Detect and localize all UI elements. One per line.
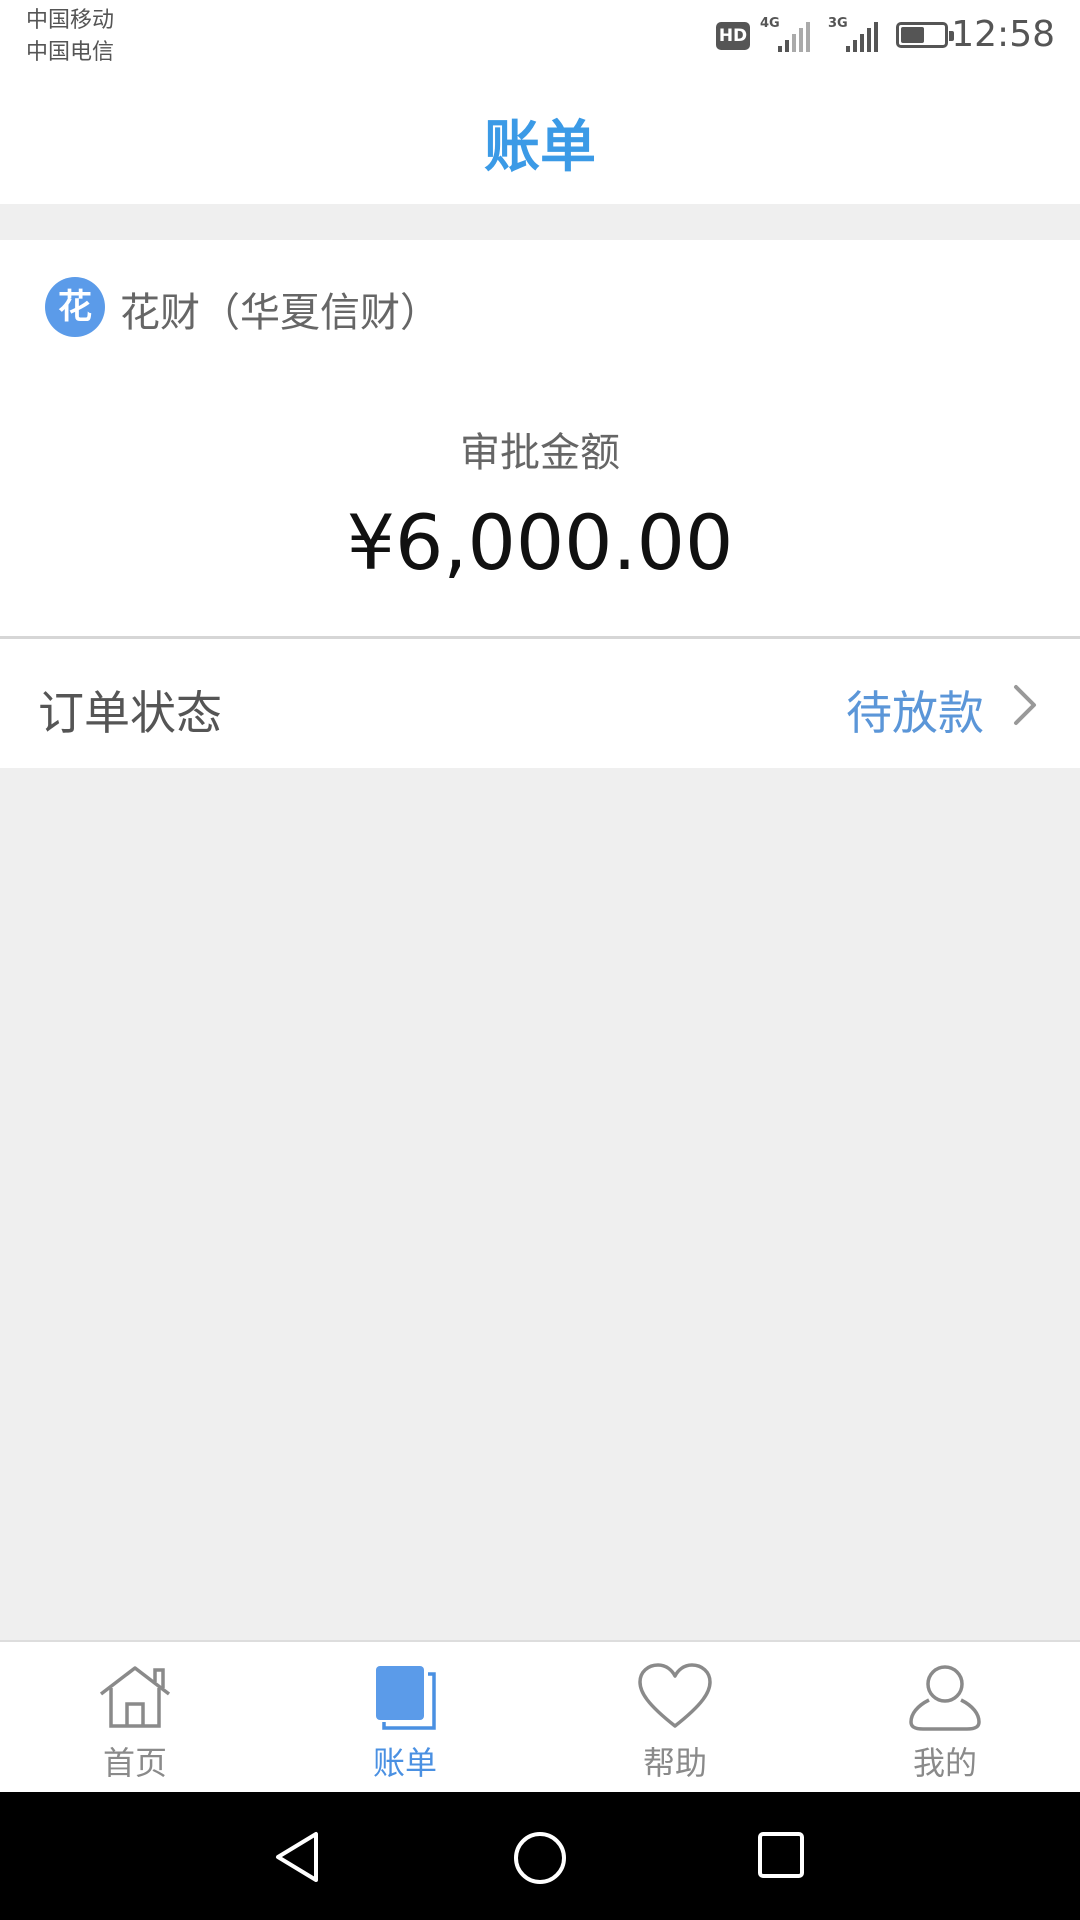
user-icon [909,1665,981,1731]
tab-mine[interactable]: 我的 [810,1642,1080,1792]
recents-icon[interactable] [756,1830,806,1880]
page-title: 账单 [484,115,596,180]
provider-name: 花财（华夏信财） [120,290,440,336]
chevron-right-icon [1014,685,1036,725]
tab-help[interactable]: 帮助 [540,1642,810,1792]
approved-amount-value: ¥6,000.00 [346,498,734,587]
carrier-2: 中国电信 [26,40,115,65]
order-status-value: 待放款 [846,686,984,740]
home-icon [99,1666,171,1728]
status-bar: 中国移动 中国电信 HD 4G 3G 12:58 [0,0,1080,80]
provider-logo-icon: 花 [45,277,105,337]
carrier-1: 中国移动 [26,8,115,33]
home-circle-icon[interactable] [512,1830,568,1886]
order-status-row[interactable]: 订单状态 待放款 [0,639,1080,768]
tab-bills[interactable]: 账单 [270,1642,540,1792]
back-icon[interactable] [272,1830,322,1884]
signal-icon-2 [846,22,878,52]
tab-bills-label: 账单 [372,1744,437,1782]
bill-icon [376,1666,436,1730]
tab-home-label: 首页 [102,1744,167,1782]
heart-icon [638,1663,712,1728]
hd-badge: HD [716,22,750,50]
nav-bar: 账单 [0,80,1080,204]
clock: 12:58 [951,14,1055,55]
signal-icon-1 [778,22,810,52]
loan-card: 花 花财（华夏信财） 审批金额 ¥6,000.00 [0,240,1080,636]
tab-bar: 首页 账单 帮助 我的 [0,1640,1080,1792]
tab-mine-label: 我的 [912,1744,977,1782]
system-nav-bar [0,1792,1080,1920]
order-status-label: 订单状态 [38,686,222,740]
approved-amount-label: 审批金额 [460,430,620,476]
tab-home[interactable]: 首页 [0,1642,270,1792]
battery-icon [896,22,954,48]
battery-fill [901,27,924,43]
tab-help-label: 帮助 [642,1744,707,1782]
